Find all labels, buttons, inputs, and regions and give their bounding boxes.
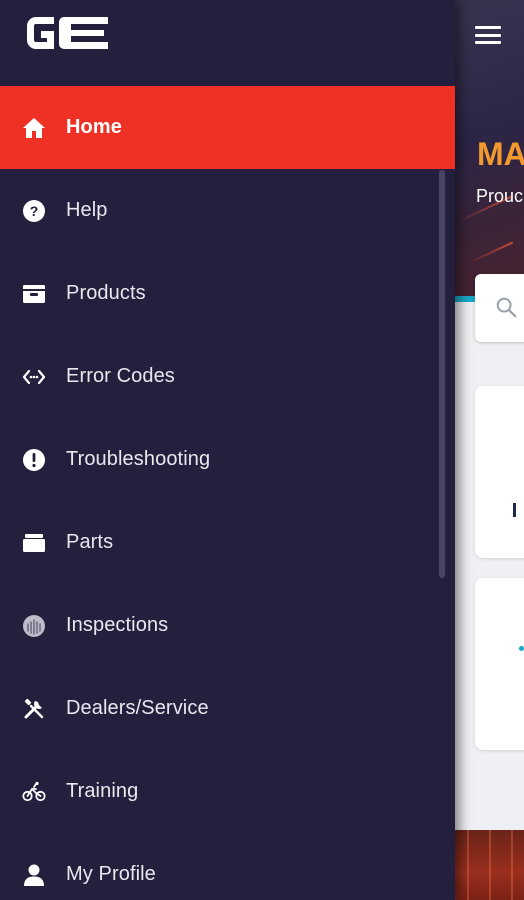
menu-item-label: Help	[66, 199, 108, 221]
menu-item-dealers-service[interactable]: Dealers/Service	[0, 667, 455, 750]
user-icon	[22, 863, 46, 887]
search-field[interactable]	[475, 274, 524, 342]
menu-item-my-profile[interactable]: My Profile	[0, 833, 455, 900]
navigation-drawer: Home ? Help Products Error Codes Trouble…	[0, 0, 455, 900]
menu-item-label: Training	[66, 780, 139, 802]
menu-item-training[interactable]: Training	[0, 750, 455, 833]
products-icon	[22, 282, 46, 306]
home-icon	[22, 116, 46, 140]
drawer-header	[0, 0, 455, 86]
drawer-scrollbar[interactable]	[439, 170, 445, 578]
menu-item-label: Products	[66, 282, 146, 304]
hamburger-menu-icon[interactable]	[475, 24, 501, 46]
menu-item-error-codes[interactable]: Error Codes	[0, 335, 455, 418]
menu-item-home[interactable]: Home	[0, 86, 455, 169]
menu-item-parts[interactable]: Parts	[0, 501, 455, 584]
content-card[interactable]	[475, 578, 524, 750]
footer-image	[455, 830, 524, 900]
menu-item-label: Inspections	[66, 614, 169, 636]
parts-icon	[22, 531, 46, 555]
ge-logo[interactable]	[24, 14, 110, 52]
menu-item-label: Error Codes	[66, 365, 175, 387]
bicycle-icon	[22, 780, 46, 804]
menu-item-troubleshooting[interactable]: Troubleshooting	[0, 418, 455, 501]
menu-item-label: Troubleshooting	[66, 448, 211, 470]
exclamation-icon	[22, 448, 46, 472]
svg-text:?: ?	[30, 203, 39, 219]
code-icon	[22, 365, 46, 389]
menu-item-label: Dealers/Service	[66, 697, 209, 719]
hero-title: MA	[477, 136, 524, 172]
menu-list: Home ? Help Products Error Codes Trouble…	[0, 86, 455, 900]
menu-item-inspections[interactable]: Inspections	[0, 584, 455, 667]
search-icon	[496, 297, 517, 318]
content-card[interactable]	[475, 386, 524, 558]
hero-subtitle: Prouc	[476, 186, 524, 206]
background-page: MA Prouc	[455, 0, 524, 900]
hero-decoration	[466, 241, 514, 265]
menu-item-products[interactable]: Products	[0, 252, 455, 335]
inspections-icon	[22, 614, 46, 638]
menu-item-label: Parts	[66, 531, 114, 553]
menu-item-label: My Profile	[66, 863, 156, 885]
menu-item-help[interactable]: ? Help	[0, 169, 455, 252]
tools-icon	[22, 697, 46, 721]
help-icon: ?	[22, 199, 46, 223]
menu-item-label: Home	[66, 116, 122, 138]
